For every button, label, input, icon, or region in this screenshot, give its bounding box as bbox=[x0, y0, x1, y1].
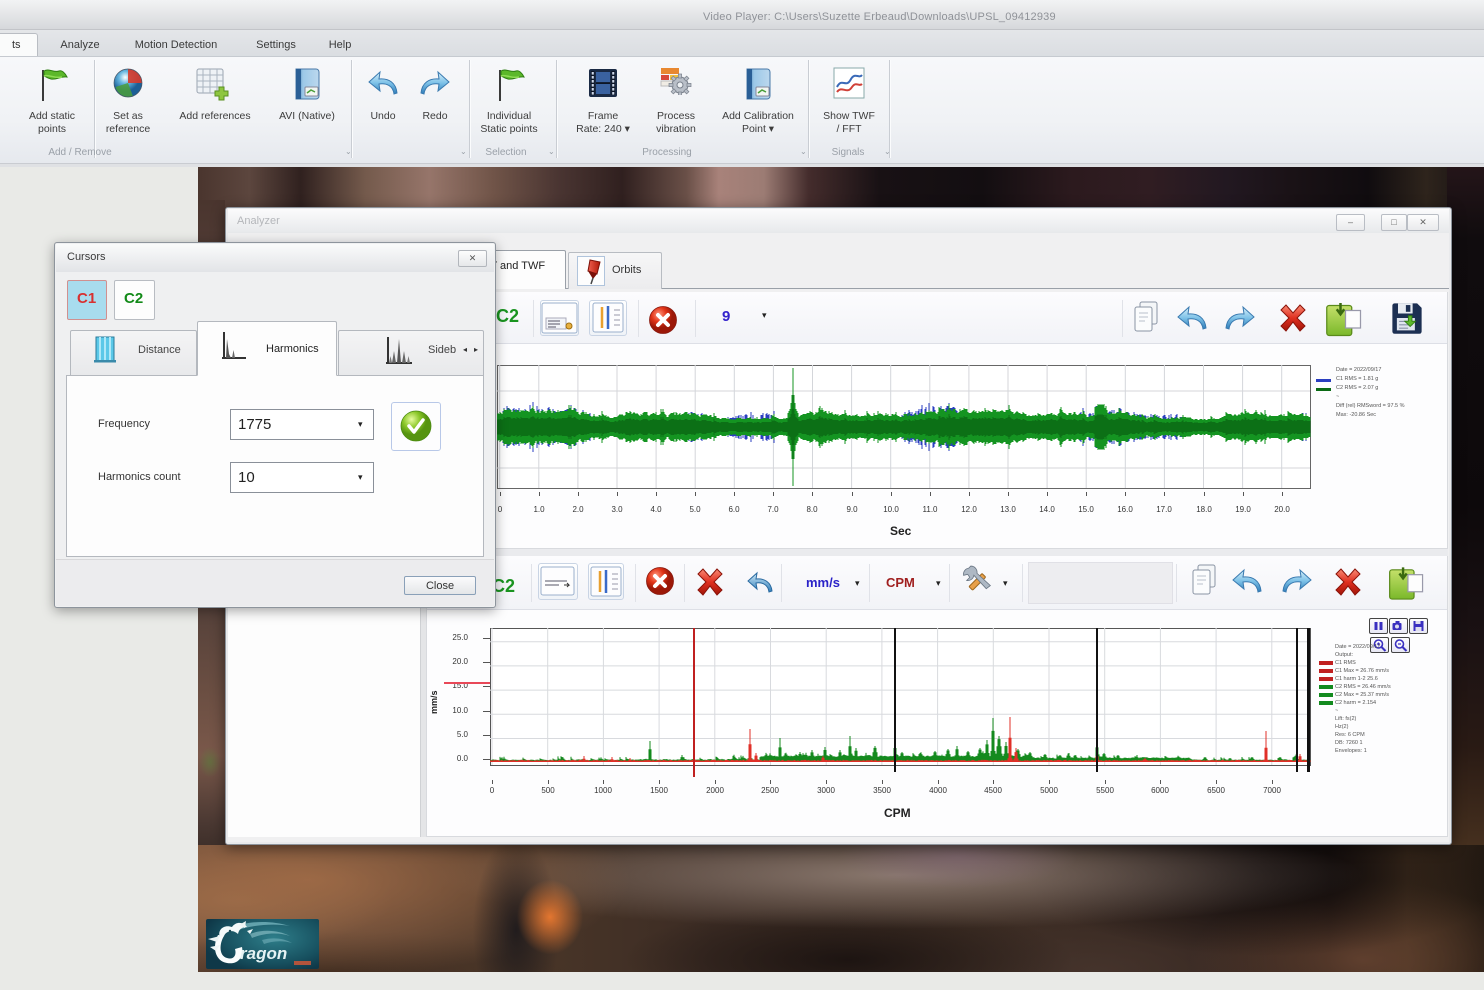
svg-text:ragon: ragon bbox=[240, 944, 287, 963]
